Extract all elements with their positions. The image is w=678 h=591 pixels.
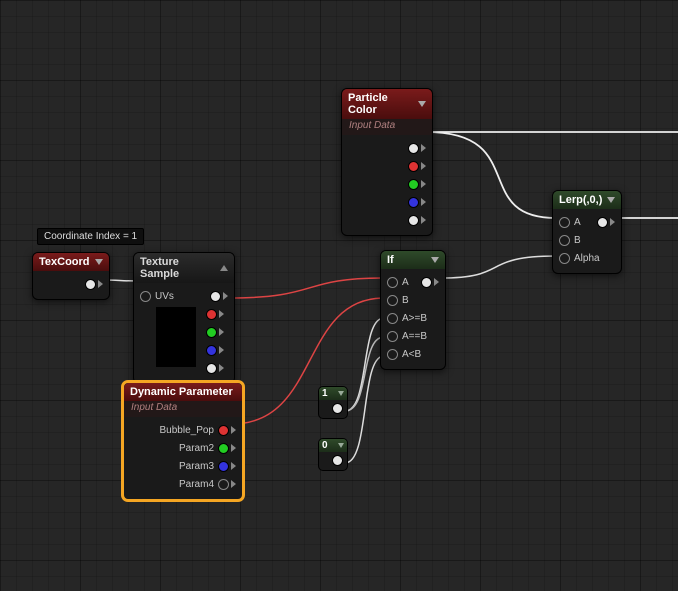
node-texcoord[interactable]: TexCoord — [32, 252, 110, 300]
input-pin-uvs[interactable] — [140, 291, 151, 302]
output-pin-g[interactable] — [206, 327, 217, 338]
output-pin-g[interactable] — [408, 179, 419, 190]
node-title: Texture Sample — [140, 256, 220, 280]
node-title: If — [387, 254, 394, 266]
node-subtitle: Input Data — [342, 119, 432, 135]
node-lerp[interactable]: Lerp(,0,) A B Alpha — [552, 190, 622, 274]
output-arrow-icon — [421, 162, 426, 170]
output-label-p3: Param3 — [175, 461, 218, 472]
output-arrow-icon — [219, 328, 224, 336]
node-header[interactable]: TexCoord — [33, 253, 109, 271]
texture-preview — [156, 307, 196, 367]
output-pin-bubblepop[interactable] — [218, 425, 229, 436]
node-title: Dynamic Parameter — [130, 386, 233, 398]
output-pin-b[interactable] — [206, 345, 217, 356]
input-pin-b[interactable] — [387, 295, 398, 306]
output-arrow-icon — [231, 480, 236, 488]
tooltip-coord-index: Coordinate Index = 1 — [37, 228, 144, 245]
output-arrow-icon — [98, 280, 103, 288]
node-header[interactable]: 1 — [319, 387, 347, 400]
node-header[interactable]: Lerp(,0,) — [553, 191, 621, 209]
const-value: 1 — [322, 388, 328, 399]
output-arrow-icon — [219, 346, 224, 354]
output-arrow-icon — [231, 426, 236, 434]
output-arrow-icon — [421, 144, 426, 152]
input-pin-aeqb[interactable] — [387, 331, 398, 342]
input-label-alb: A<B — [398, 349, 425, 360]
output-pin[interactable] — [421, 277, 432, 288]
node-particle-color[interactable]: Particle Color Input Data — [341, 88, 433, 236]
output-pin-rgba[interactable] — [408, 143, 419, 154]
const-value: 0 — [322, 440, 328, 451]
node-header[interactable]: Particle Color — [342, 89, 432, 119]
input-label-b: B — [398, 295, 413, 306]
node-header[interactable]: Texture Sample — [134, 253, 234, 283]
collapse-icon[interactable] — [607, 197, 615, 203]
output-label-p2: Param2 — [175, 443, 218, 454]
input-label-b: B — [570, 235, 585, 246]
output-label-p1: Bubble_Pop — [156, 425, 219, 436]
collapse-icon[interactable] — [220, 265, 228, 271]
input-pin-a[interactable] — [559, 217, 570, 228]
input-pin-b[interactable] — [559, 235, 570, 246]
output-pin[interactable] — [597, 217, 608, 228]
input-pin-ageb[interactable] — [387, 313, 398, 324]
node-constant-0[interactable]: 0 — [318, 438, 348, 471]
node-header[interactable]: Dynamic Parameter — [124, 383, 242, 401]
output-pin-a[interactable] — [408, 215, 419, 226]
output-pin-rgba[interactable] — [210, 291, 221, 302]
output-arrow-icon — [434, 278, 439, 286]
node-header[interactable]: If — [381, 251, 445, 269]
output-arrow-icon — [231, 444, 236, 452]
output-pin-a[interactable] — [206, 363, 217, 374]
input-label-a: A — [398, 277, 413, 288]
node-subtitle: Input Data — [124, 401, 242, 417]
output-label-p4: Param4 — [175, 479, 218, 490]
output-pin[interactable] — [332, 403, 343, 414]
output-pin-r[interactable] — [206, 309, 217, 320]
output-pin-r[interactable] — [408, 161, 419, 172]
node-texture-sample[interactable]: Texture Sample UVs — [133, 252, 235, 384]
output-pin[interactable] — [332, 455, 343, 466]
collapse-icon[interactable] — [431, 257, 439, 263]
output-arrow-icon — [610, 218, 615, 226]
output-arrow-icon — [223, 292, 228, 300]
output-arrow-icon — [421, 198, 426, 206]
input-label-uvs: UVs — [151, 291, 178, 302]
node-header[interactable]: 0 — [319, 439, 347, 452]
output-pin-param3[interactable] — [218, 461, 229, 472]
node-title: TexCoord — [39, 256, 90, 268]
node-if[interactable]: If A B A>=B A==B A<B — [380, 250, 446, 370]
node-constant-1[interactable]: 1 — [318, 386, 348, 419]
collapse-icon[interactable] — [95, 259, 103, 265]
collapse-icon[interactable] — [338, 443, 344, 448]
output-pin-param2[interactable] — [218, 443, 229, 454]
input-label-aeqb: A==B — [398, 331, 431, 342]
output-arrow-icon — [421, 180, 426, 188]
output-arrow-icon — [219, 364, 224, 372]
node-title: Lerp(,0,) — [559, 194, 602, 206]
node-title: Particle Color — [348, 92, 418, 116]
tooltip-text: Coordinate Index = 1 — [44, 231, 137, 242]
input-pin-a[interactable] — [387, 277, 398, 288]
output-pin-b[interactable] — [408, 197, 419, 208]
output-arrow-icon — [231, 462, 236, 470]
input-pin-alpha[interactable] — [559, 253, 570, 264]
input-pin-alb[interactable] — [387, 349, 398, 360]
collapse-icon[interactable] — [418, 101, 426, 107]
input-label-ageb: A>=B — [398, 313, 431, 324]
output-arrow-icon — [421, 216, 426, 224]
node-dynamic-parameter[interactable]: Dynamic Parameter Input Data Bubble_Pop … — [122, 381, 244, 501]
input-label-a: A — [570, 217, 585, 228]
collapse-icon[interactable] — [338, 391, 344, 396]
output-pin-param4[interactable] — [218, 479, 229, 490]
output-pin[interactable] — [85, 279, 96, 290]
output-arrow-icon — [219, 310, 224, 318]
input-label-alpha: Alpha — [570, 253, 604, 264]
